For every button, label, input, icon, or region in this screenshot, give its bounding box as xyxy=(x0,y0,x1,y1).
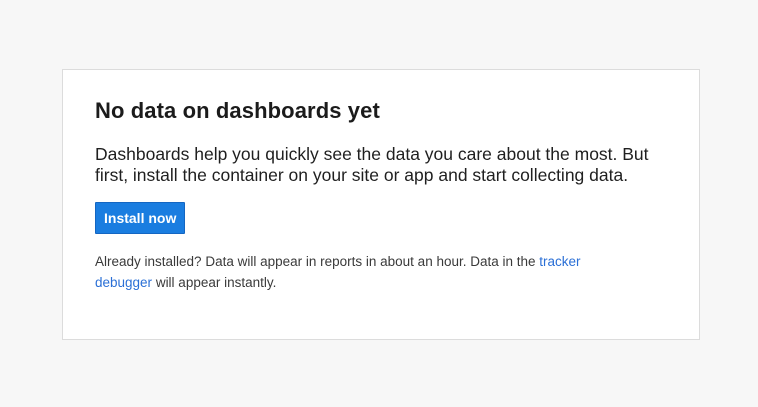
empty-state-title: No data on dashboards yet xyxy=(95,98,380,123)
install-note-suffix: will appear instantly. xyxy=(152,275,277,290)
install-note-prefix: Already installed? Data will appear in r… xyxy=(95,254,540,269)
empty-state-description: Dashboards help you quickly see the data… xyxy=(95,144,649,185)
empty-state-card: No data on dashboards yet Dashboards hel… xyxy=(62,69,700,340)
install-now-button[interactable]: Install now xyxy=(95,202,186,234)
install-note: Already installed? Data will appear in r… xyxy=(95,251,615,293)
